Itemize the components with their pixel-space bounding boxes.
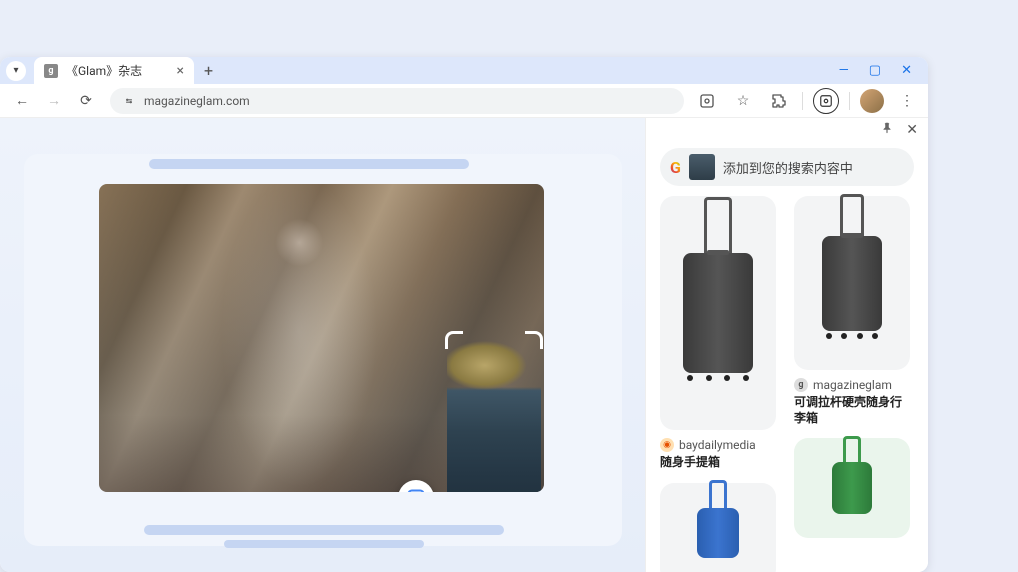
lens-active-icon[interactable] [813, 88, 839, 114]
tab-close-icon[interactable]: × [177, 63, 184, 79]
forward-button[interactable]: → [40, 87, 68, 115]
tab-title: 《Glam》杂志 [66, 62, 169, 79]
source-icon-2: g [794, 378, 808, 392]
menu-kebab-icon[interactable]: ⋮ [894, 88, 920, 114]
result-card-3[interactable] [660, 483, 776, 572]
placeholder-title [149, 159, 469, 169]
lens-icon[interactable] [694, 88, 720, 114]
source-icon-1: ◉ [660, 438, 674, 452]
article-card [24, 154, 622, 546]
window-minimize-icon[interactable]: — [839, 63, 849, 78]
hero-image[interactable] [99, 184, 544, 492]
bookmark-star-icon[interactable]: ☆ [730, 88, 756, 114]
address-bar[interactable]: magazineglam.com [110, 88, 684, 114]
pin-panel-icon[interactable] [880, 121, 894, 139]
result-card-4[interactable] [794, 438, 910, 538]
search-chip[interactable]: G 添加到您的搜索内容中 [660, 148, 914, 186]
search-chip-label: 添加到您的搜索内容中 [723, 158, 853, 177]
address-url: magazineglam.com [144, 94, 250, 108]
result-card-2[interactable] [794, 196, 910, 370]
browser-window: ▾ g 《Glam》杂志 × + — ▢ ✕ ← → ⟳ magazinegla… [0, 57, 928, 572]
result-card-1[interactable] [660, 196, 776, 430]
back-button[interactable]: ← [8, 87, 36, 115]
source-label-2: magazineglam [813, 378, 892, 392]
new-tab-button[interactable]: + [204, 61, 213, 80]
extensions-icon[interactable] [766, 88, 792, 114]
panel-controls: ✕ [646, 118, 928, 142]
window-maximize-icon[interactable]: ▢ [869, 63, 881, 78]
toolbar: ← → ⟳ magazineglam.com ☆ ⋮ [0, 84, 928, 118]
tab-search-dropdown[interactable]: ▾ [6, 61, 26, 81]
search-thumb [689, 154, 715, 180]
result-2-title: 可调拉杆硬壳随身行李箱 [794, 395, 910, 426]
close-panel-icon[interactable]: ✕ [906, 122, 918, 138]
placeholder-line-1 [144, 525, 504, 535]
placeholder-line-2 [224, 540, 424, 548]
lens-side-panel: ✕ G 添加到您的搜索内容中 ◉ baydailymedia [645, 118, 928, 572]
source-label-1: baydailymedia [679, 438, 756, 452]
toolbar-actions: ☆ ⋮ [694, 88, 920, 114]
results-grid: ◉ baydailymedia 随身手提箱 [646, 196, 928, 572]
result-2-source: g magazineglam [794, 378, 910, 392]
result-1-title: 随身手提箱 [660, 455, 776, 471]
google-logo-icon: G [670, 158, 681, 177]
window-close-icon[interactable]: ✕ [901, 63, 912, 78]
lens-selection-box[interactable] [447, 333, 541, 492]
reload-button[interactable]: ⟳ [72, 87, 100, 115]
tab-strip: ▾ g 《Glam》杂志 × + — ▢ ✕ [0, 57, 928, 84]
window-controls: — ▢ ✕ [839, 63, 922, 78]
active-tab[interactable]: g 《Glam》杂志 × [34, 57, 194, 84]
tab-favicon: g [44, 64, 58, 78]
result-1-source: ◉ baydailymedia [660, 438, 776, 452]
page-content [0, 118, 645, 572]
profile-avatar[interactable] [860, 89, 884, 113]
site-settings-icon[interactable] [120, 92, 138, 110]
